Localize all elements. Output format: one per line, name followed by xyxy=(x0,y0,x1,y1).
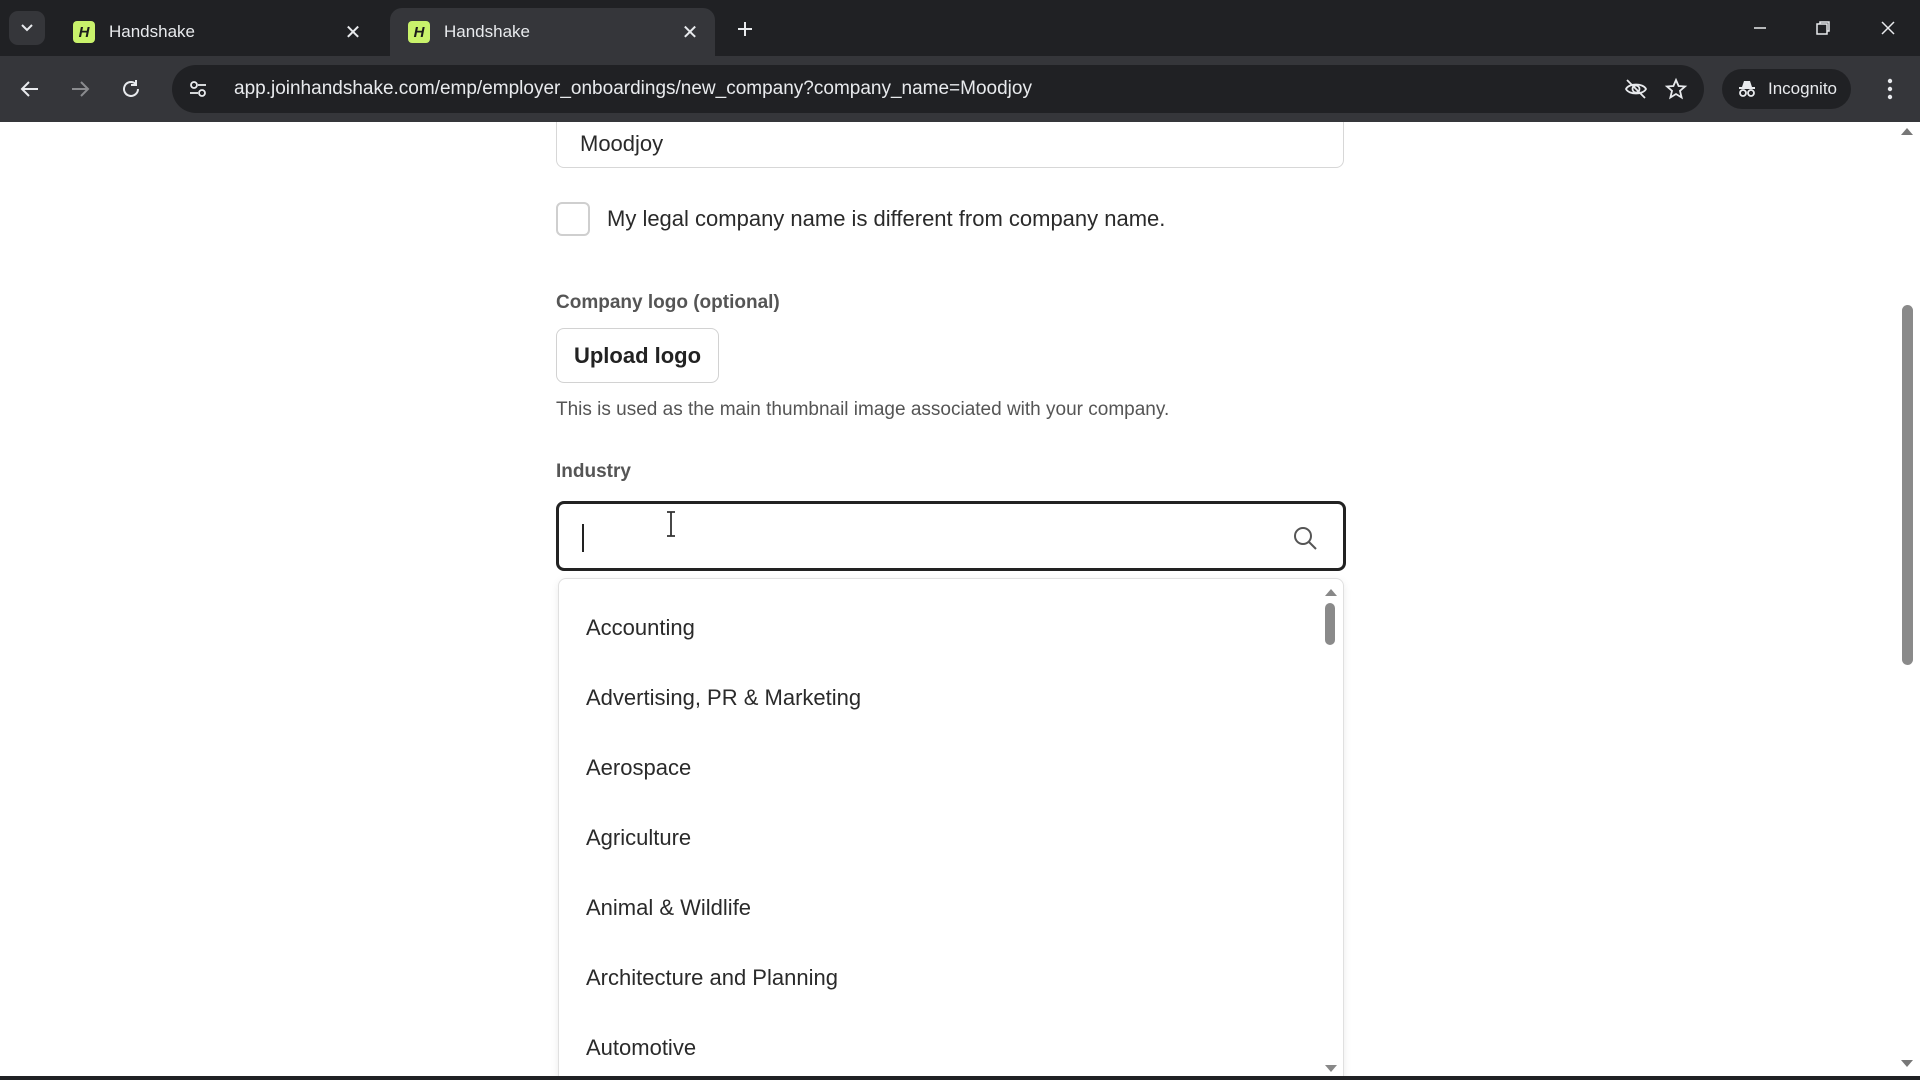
page-scroll-up-icon[interactable] xyxy=(1901,128,1913,135)
incognito-label: Incognito xyxy=(1768,79,1837,98)
company-name-input[interactable]: Moodjoy xyxy=(556,122,1344,168)
industry-option[interactable]: Accounting xyxy=(586,615,695,641)
minimize-icon xyxy=(1754,27,1766,29)
arrow-left-icon xyxy=(20,81,38,97)
close-icon[interactable]: ✕ xyxy=(340,19,366,45)
dropdown-scrollbar-thumb[interactable] xyxy=(1325,603,1335,645)
site-info-button[interactable] xyxy=(178,69,218,109)
minimize-button[interactable] xyxy=(1740,10,1780,46)
eye-off-icon xyxy=(1624,79,1648,99)
plus-icon xyxy=(738,22,752,36)
back-button[interactable] xyxy=(12,71,48,107)
incognito-icon xyxy=(1739,81,1755,97)
browser-tab-active[interactable]: H Handshake ✕ xyxy=(390,8,715,56)
tune-icon xyxy=(190,81,206,97)
logo-help-text: This is used as the main thumbnail image… xyxy=(556,399,1170,420)
new-tab-button[interactable] xyxy=(730,14,760,44)
address-bar[interactable]: app.joinhandshake.com/emp/employer_onboa… xyxy=(172,65,1704,113)
dropdown-scroll-up-icon[interactable] xyxy=(1325,589,1337,596)
dropdown-scroll-down-icon[interactable] xyxy=(1325,1065,1337,1072)
search-icon xyxy=(1294,527,1317,550)
legal-name-checkbox[interactable] xyxy=(556,202,590,236)
tracking-protection-button[interactable] xyxy=(1616,69,1656,109)
company-logo-label: Company logo (optional) xyxy=(556,292,780,313)
close-window-button[interactable] xyxy=(1868,10,1908,46)
industry-option[interactable]: Animal & Wildlife xyxy=(586,895,751,921)
browser-toolbar: app.joinhandshake.com/emp/employer_onboa… xyxy=(0,56,1920,122)
page-scroll-down-icon[interactable] xyxy=(1901,1060,1913,1067)
arrow-right-icon xyxy=(72,81,90,97)
close-icon xyxy=(1881,21,1895,35)
text-caret xyxy=(582,524,584,552)
industry-label: Industry xyxy=(556,461,631,482)
industry-option[interactable]: Automotive xyxy=(586,1035,696,1061)
page-scrollbar-thumb[interactable] xyxy=(1902,305,1913,665)
reload-icon xyxy=(123,80,139,97)
incognito-indicator[interactable]: Incognito xyxy=(1722,69,1851,109)
browser-menu-button[interactable] xyxy=(1872,71,1908,107)
text-cursor-icon xyxy=(667,511,675,537)
restore-button[interactable] xyxy=(1803,10,1843,46)
handshake-favicon: H xyxy=(73,21,95,43)
page-content: Moodjoy My legal company name is differe… xyxy=(0,122,1920,1080)
window-bottom-edge xyxy=(0,1076,1920,1080)
reload-button[interactable] xyxy=(113,71,149,107)
chevron-down-icon xyxy=(21,24,33,32)
tab-title: Handshake xyxy=(444,22,531,41)
browser-tab[interactable]: H Handshake ✕ xyxy=(55,8,378,56)
bookmark-button[interactable] xyxy=(1656,69,1696,109)
tab-search-button[interactable] xyxy=(9,11,45,45)
industry-option[interactable]: Architecture and Planning xyxy=(586,965,838,991)
industry-dropdown-list[interactable]: Accounting Advertising, PR & Marketing A… xyxy=(558,578,1344,1080)
tab-title: Handshake xyxy=(109,22,196,41)
legal-name-checkbox-label[interactable]: My legal company name is different from … xyxy=(607,206,1165,232)
upload-logo-button[interactable]: Upload logo xyxy=(556,328,719,383)
url-text[interactable]: app.joinhandshake.com/emp/employer_onboa… xyxy=(234,78,1616,100)
industry-option[interactable]: Aerospace xyxy=(586,755,691,781)
industry-option[interactable]: Agriculture xyxy=(586,825,691,851)
industry-option[interactable]: Advertising, PR & Marketing xyxy=(586,685,861,711)
handshake-favicon: H xyxy=(408,21,430,43)
star-icon xyxy=(1664,77,1688,100)
forward-button[interactable] xyxy=(62,71,98,107)
restore-icon xyxy=(1816,21,1830,35)
browser-tab-strip: H Handshake ✕ H Handshake ✕ xyxy=(0,0,1920,56)
kebab-icon xyxy=(1887,78,1893,100)
close-icon[interactable]: ✕ xyxy=(677,19,703,45)
